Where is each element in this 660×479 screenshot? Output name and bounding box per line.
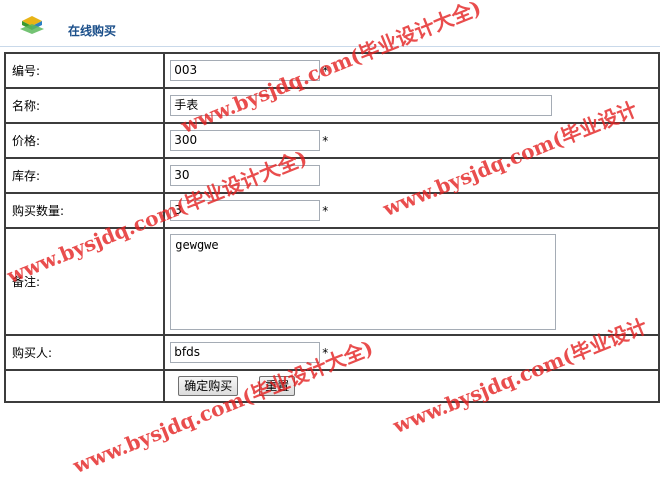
required-mark: * (322, 63, 329, 78)
form-row-price: 价格: 300 * (3, 122, 660, 159)
form-row-quantity: 购买数量: 3 * (3, 192, 660, 229)
reset-button[interactable]: 重置 (259, 376, 296, 396)
form-row-code: 编号: 003 * (3, 52, 660, 89)
required-mark: * (322, 345, 329, 360)
page-header: 在线购买 (0, 0, 660, 47)
stock-label: 库存: (3, 157, 166, 194)
confirm-purchase-button[interactable]: 确定购买 (178, 376, 239, 396)
form-row-stock: 库存: 30 (3, 157, 660, 194)
form-row-actions: 确定购买 重置 (3, 369, 660, 403)
stock-input[interactable]: 30 (170, 165, 321, 186)
required-mark: * (322, 203, 329, 218)
code-input[interactable]: 003 (170, 60, 321, 81)
form-row-name: 名称: 手表 (3, 87, 660, 124)
note-textarea[interactable]: gewgwe (170, 233, 557, 330)
actions-label-cell (3, 369, 166, 403)
price-input[interactable]: 300 (170, 130, 321, 151)
quantity-input[interactable]: 3 (170, 200, 321, 221)
quantity-label: 购买数量: (3, 192, 166, 229)
page-title: 在线购买 (68, 24, 117, 38)
name-input[interactable]: 手表 (170, 95, 553, 116)
code-label: 编号: (3, 52, 166, 89)
price-label: 价格: (3, 122, 166, 159)
buyer-label: 购买人: (3, 334, 166, 371)
form-row-note: 备注: gewgwe (3, 227, 660, 336)
form-row-buyer: 购买人: bfds * (3, 334, 660, 371)
name-label: 名称: (3, 87, 166, 124)
required-mark: * (322, 133, 329, 148)
note-label: 备注: (3, 227, 166, 336)
stacked-blocks-icon (20, 16, 44, 34)
purchase-form: 编号: 003 * 名称: 手表 价格: 300 * 库存: 30 购买数量: 3 *… (3, 52, 660, 403)
buyer-input[interactable]: bfds (170, 342, 321, 363)
